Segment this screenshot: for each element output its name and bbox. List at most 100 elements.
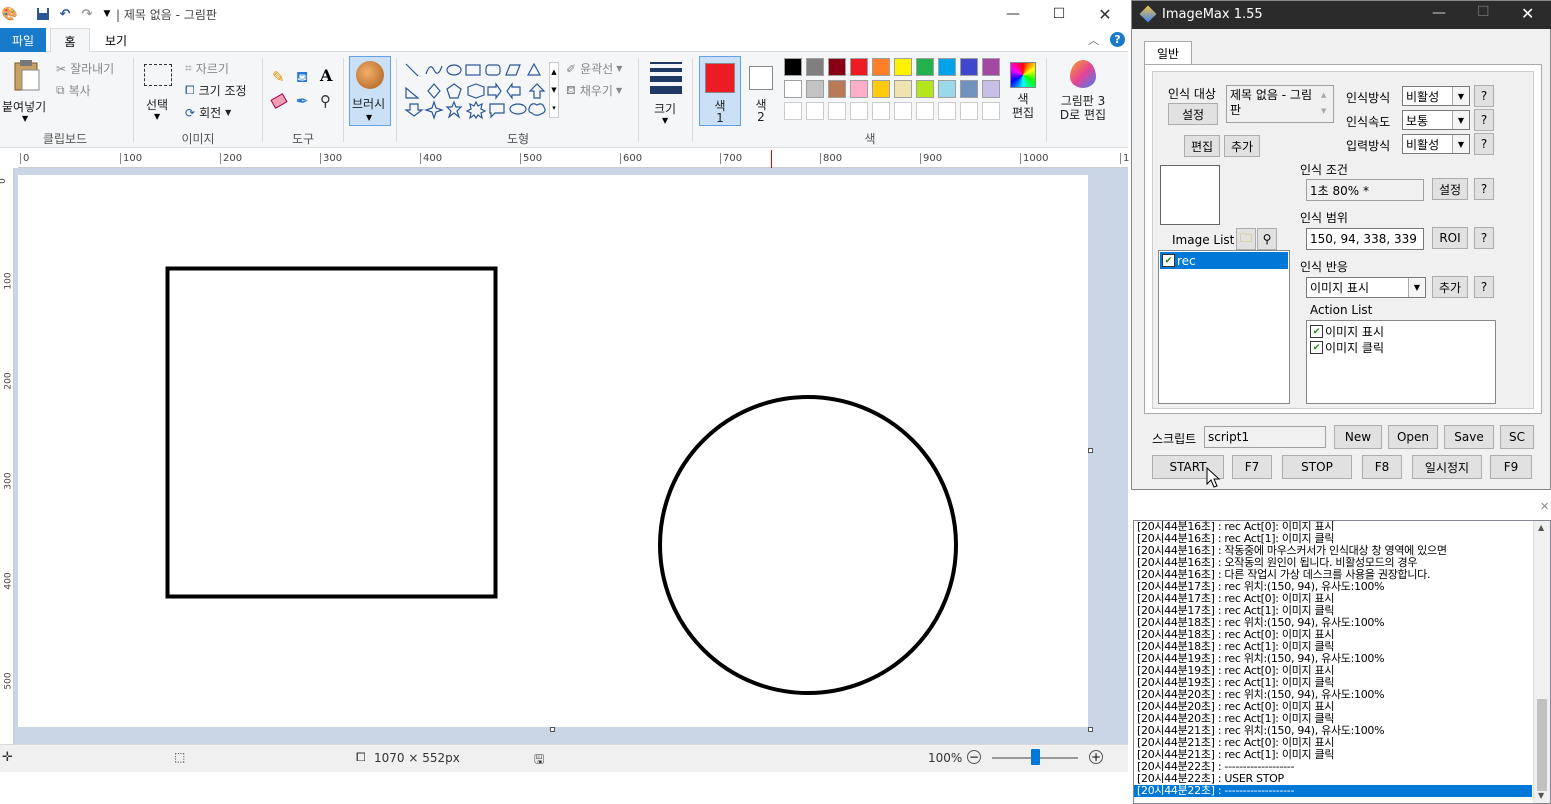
save-script-button[interactable]: Save (1444, 425, 1494, 449)
imagemax-close-icon[interactable]: ✕ (1521, 4, 1534, 23)
drawing-canvas[interactable] (18, 175, 1088, 727)
log-close-icon[interactable]: ✕ (1540, 500, 1549, 513)
resize-handle-bottom[interactable] (550, 727, 555, 732)
palette-color-swatch[interactable] (894, 58, 912, 76)
select-button[interactable]: 선택 ▼ (140, 58, 178, 124)
shapes-gallery[interactable] (402, 60, 552, 122)
f9-key-button[interactable]: F9 (1490, 455, 1532, 479)
list-item[interactable]: ✔ 이미지 표시 (1310, 323, 1384, 340)
palette-color-swatch[interactable] (982, 58, 1000, 76)
palette-color-swatch[interactable] (828, 80, 846, 98)
resize-button[interactable]: ⧠ 크기 조정 (185, 82, 247, 99)
palette-color-swatch[interactable] (982, 80, 1000, 98)
pause-button[interactable]: 일시정지 (1412, 455, 1482, 479)
palette-color-swatch[interactable] (938, 58, 956, 76)
custom-color-slot[interactable] (872, 102, 890, 120)
condition-field[interactable]: 1초 80% * (1306, 179, 1424, 201)
fill-button[interactable]: ⛾ 채우기 ▼ (566, 82, 622, 99)
resize-handle-corner[interactable] (1088, 727, 1093, 732)
color-picker-icon[interactable]: ✒ (296, 92, 309, 110)
recog-speed-help-button[interactable]: ? (1474, 109, 1494, 131)
recog-method-help-button[interactable]: ? (1474, 85, 1494, 107)
condition-set-button[interactable]: 설정 (1432, 178, 1468, 200)
cut-button[interactable]: ✂ 잘라내기 (56, 60, 114, 77)
scroll-thumb[interactable] (1537, 699, 1547, 791)
palette-color-swatch[interactable] (850, 80, 868, 98)
palette-color-swatch[interactable] (806, 80, 824, 98)
size-button[interactable]: 크기 ▼ (646, 58, 686, 125)
log-scrollbar[interactable]: ▲ ▼ (1533, 521, 1550, 803)
tab-file[interactable]: 파일 (0, 28, 46, 52)
reaction-select[interactable]: 이미지 표시 ▼ (1306, 277, 1426, 298)
target-field[interactable]: 제목 없음 - 그림판 (1226, 85, 1334, 123)
list-item[interactable]: ✔ rec (1160, 252, 1288, 269)
sc-button[interactable]: SC (1500, 425, 1534, 449)
recog-speed-select[interactable]: 보통 ▼ (1402, 110, 1470, 130)
outline-button[interactable]: ✐ 윤곽선 ▼ (566, 60, 622, 77)
target-set-button[interactable]: 설정 (1168, 103, 1218, 125)
scroll-up-icon[interactable]: ▲ (1538, 523, 1544, 532)
checkbox-checked-icon[interactable]: ✔ (1162, 254, 1175, 267)
copy-button[interactable]: ⧉ 복사 (56, 82, 91, 99)
input-method-select[interactable]: 비활성 ▼ (1402, 134, 1470, 154)
open-script-button[interactable]: Open (1388, 425, 1438, 449)
folder-icon[interactable]: 🗀 (1236, 228, 1256, 250)
close-icon[interactable]: ✕ (1082, 0, 1128, 28)
color1-button[interactable]: 색 1 (699, 56, 741, 126)
palette-color-swatch[interactable] (916, 80, 934, 98)
rotate-button[interactable]: ⟳ 회전 ▼ (185, 104, 231, 121)
color2-button[interactable]: 색 2 (744, 56, 780, 126)
palette-color-swatch[interactable] (784, 58, 802, 76)
roi-button[interactable]: ROI (1432, 227, 1468, 249)
target-scroll-icon[interactable]: ▲ ▼ (1321, 87, 1326, 119)
add-image-button[interactable]: 추가 (1224, 135, 1260, 157)
scroll-down-icon[interactable]: ▼ (1538, 791, 1544, 800)
resize-handle-right[interactable] (1088, 448, 1093, 453)
custom-color-slot[interactable] (960, 102, 978, 120)
custom-color-slot[interactable] (982, 102, 1000, 120)
palette-color-swatch[interactable] (960, 58, 978, 76)
crop-button[interactable]: ⌗ 자르기 (185, 60, 229, 77)
script-field[interactable]: script1 (1204, 426, 1326, 448)
input-method-help-button[interactable]: ? (1474, 133, 1494, 155)
edit-colors-button[interactable]: 색 편집 (1006, 58, 1040, 128)
maximize-icon[interactable]: ☐ (1036, 0, 1082, 28)
save-icon[interactable] (35, 6, 51, 22)
custom-color-slot[interactable] (784, 102, 802, 120)
tab-general[interactable]: 일반 (1144, 41, 1192, 65)
pencil-icon[interactable]: ✎ (272, 68, 285, 86)
palette-color-swatch[interactable] (938, 80, 956, 98)
fill-bucket-icon[interactable]: ⛾ (296, 68, 308, 88)
range-field[interactable]: 150, 94, 338, 339 (1306, 228, 1424, 250)
palette-color-swatch[interactable] (850, 58, 868, 76)
custom-color-slot[interactable] (850, 102, 868, 120)
custom-color-slot[interactable] (916, 102, 934, 120)
palette-color-swatch[interactable] (960, 80, 978, 98)
custom-color-slot[interactable] (894, 102, 912, 120)
stop-button[interactable]: STOP (1282, 455, 1352, 479)
zoom-out-icon[interactable]: − (967, 750, 981, 764)
f7-key-button[interactable]: F7 (1232, 455, 1272, 479)
collapse-ribbon-icon[interactable]: ︿ (1088, 32, 1099, 48)
condition-help-button[interactable]: ? (1474, 178, 1494, 200)
range-help-button[interactable]: ? (1474, 227, 1494, 249)
custom-color-slot[interactable] (806, 102, 824, 120)
paste-button[interactable]: 붙여넣기 ▼ (2, 56, 50, 124)
help-icon[interactable]: ? (1110, 32, 1125, 47)
checkbox-checked-icon[interactable]: ✔ (1310, 325, 1323, 338)
minimize-icon[interactable]: — (990, 0, 1036, 28)
add-action-button[interactable]: 추가 (1432, 276, 1468, 298)
shapes-scroll[interactable]: ▲ ▼ ▾ (549, 62, 559, 118)
custom-color-slot[interactable] (938, 102, 956, 120)
palette-color-swatch[interactable] (916, 58, 934, 76)
customize-quick-access-icon[interactable]: ▼ (99, 6, 115, 22)
text-icon[interactable]: A (320, 66, 332, 85)
palette-color-swatch[interactable] (806, 58, 824, 76)
palette-color-swatch[interactable] (872, 80, 890, 98)
reaction-help-button[interactable]: ? (1474, 276, 1494, 298)
custom-color-slot[interactable] (828, 102, 846, 120)
eraser-icon[interactable] (270, 93, 288, 109)
brush-button[interactable]: 브러시 ▼ (349, 56, 391, 126)
paint3d-button[interactable]: 그림판 3 D로 편집 (1052, 58, 1114, 128)
log-panel[interactable]: [20시44분16초] : rec Act[0]: 이미지 표시 [20시44분1… (1133, 520, 1551, 804)
